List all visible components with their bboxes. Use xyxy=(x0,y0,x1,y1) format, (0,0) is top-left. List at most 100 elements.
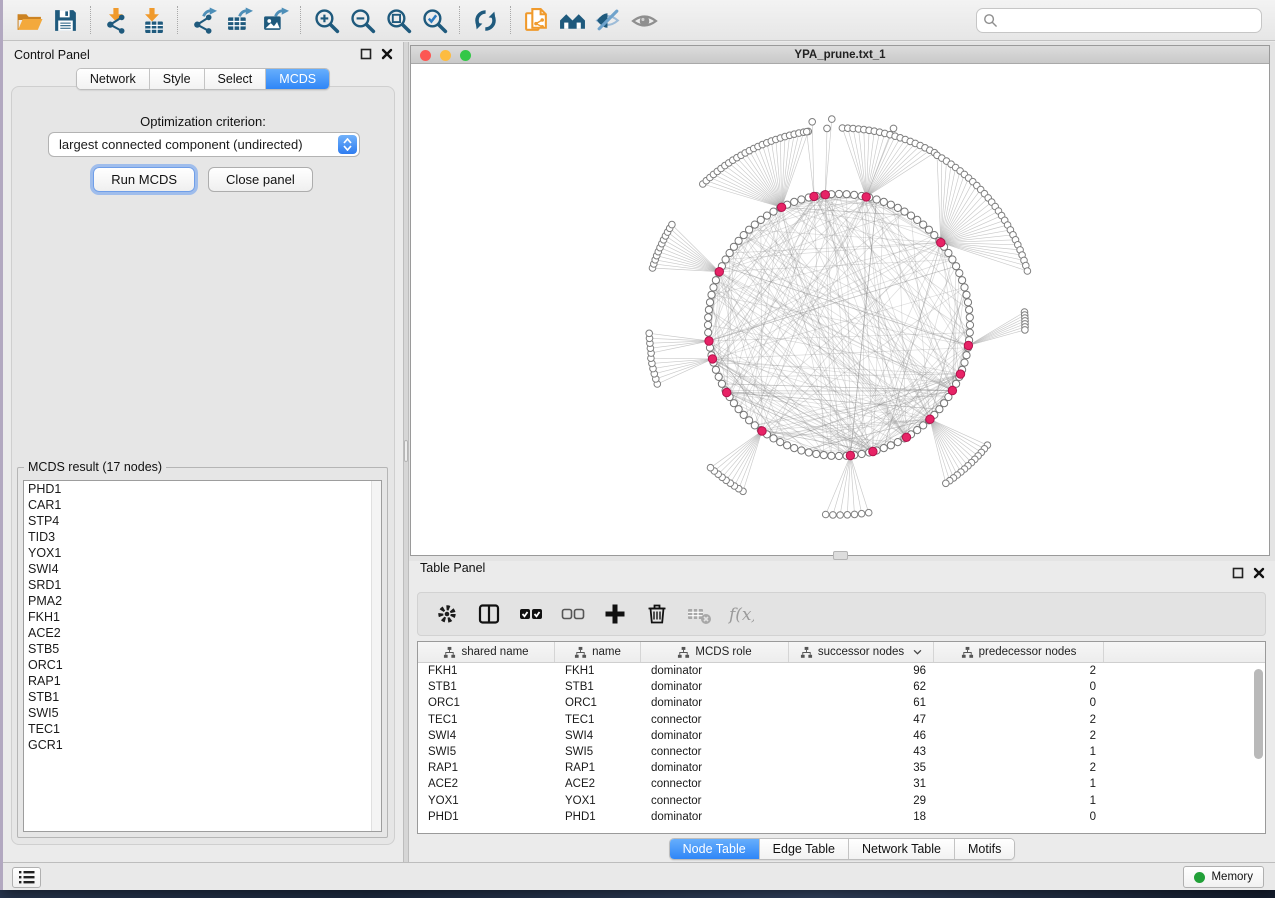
float-table-panel-icon[interactable] xyxy=(1232,567,1244,579)
tab-network[interactable]: Network xyxy=(77,69,150,89)
search-icon xyxy=(983,13,998,28)
select-all-button[interactable] xyxy=(512,596,550,632)
close-table-panel-icon[interactable] xyxy=(1253,567,1265,579)
export-table-button[interactable] xyxy=(221,3,257,37)
function-builder-button[interactable]: f(x) xyxy=(722,596,760,632)
zoom-out-icon xyxy=(349,7,376,34)
result-node-item[interactable]: ACE2 xyxy=(24,625,381,641)
cell-predecessor-nodes: 2 xyxy=(934,728,1104,744)
cell-name: YOX1 xyxy=(555,793,641,809)
open-button[interactable] xyxy=(11,3,47,37)
vertical-splitter-grip[interactable] xyxy=(404,440,408,462)
result-node-item[interactable]: STP4 xyxy=(24,513,381,529)
result-node-item[interactable]: TEC1 xyxy=(24,721,381,737)
tab-edge-table[interactable]: Edge Table xyxy=(760,839,849,859)
import-table-button[interactable] xyxy=(134,3,170,37)
cell-shared-name: SWI5 xyxy=(418,744,555,760)
result-node-item[interactable]: ORC1 xyxy=(24,657,381,673)
column-header-shared-name[interactable]: shared name xyxy=(418,642,555,662)
table-row[interactable]: RAP1RAP1dominator352 xyxy=(418,760,1265,776)
add-column-button[interactable] xyxy=(596,596,634,632)
tab-select[interactable]: Select xyxy=(205,69,267,89)
criterion-dropdown[interactable]: largest connected component (undirected) xyxy=(48,132,360,157)
zoom-out-button[interactable] xyxy=(344,3,380,37)
close-panel-icon[interactable] xyxy=(381,48,393,60)
zoom-in-button[interactable] xyxy=(308,3,344,37)
table-row[interactable]: STB1STB1dominator620 xyxy=(418,679,1265,695)
table-tabs-row: Node TableEdge TableNetwork TableMotifs xyxy=(409,838,1275,860)
result-node-item[interactable]: PMA2 xyxy=(24,593,381,609)
hide-selected-button[interactable] xyxy=(590,3,626,37)
result-node-item[interactable]: SRD1 xyxy=(24,577,381,593)
table-settings-icon xyxy=(434,601,460,627)
result-node-item[interactable]: STB5 xyxy=(24,641,381,657)
table-row[interactable]: TEC1TEC1connector472 xyxy=(418,712,1265,728)
table-row[interactable]: FKH1FKH1dominator962 xyxy=(418,663,1265,679)
column-header-name[interactable]: name xyxy=(555,642,641,662)
cell-MCDS-role: dominator xyxy=(641,695,789,711)
duplicate-network-button[interactable] xyxy=(518,3,554,37)
search-input[interactable] xyxy=(976,8,1262,33)
result-node-item[interactable]: SWI4 xyxy=(24,561,381,577)
tab-network-table[interactable]: Network Table xyxy=(849,839,955,859)
column-header-predecessor-nodes[interactable]: predecessor nodes xyxy=(934,642,1104,662)
show-all-button[interactable] xyxy=(626,3,662,37)
result-node-item[interactable]: FKH1 xyxy=(24,609,381,625)
result-node-item[interactable]: TID3 xyxy=(24,529,381,545)
zoom-fit-button[interactable] xyxy=(380,3,416,37)
export-network-button[interactable] xyxy=(185,3,221,37)
import-network-button[interactable] xyxy=(98,3,134,37)
tab-node-table[interactable]: Node Table xyxy=(670,839,760,859)
export-image-button[interactable] xyxy=(257,3,293,37)
delete-column-button[interactable] xyxy=(638,596,676,632)
run-mcds-button[interactable]: Run MCDS xyxy=(93,167,195,192)
toolbar-separator xyxy=(510,6,511,34)
refresh-button[interactable] xyxy=(467,3,503,37)
result-node-item[interactable]: CAR1 xyxy=(24,497,381,513)
table-row[interactable]: YOX1YOX1connector291 xyxy=(418,793,1265,809)
first-neighbors-button[interactable] xyxy=(554,3,590,37)
task-history-button[interactable] xyxy=(12,867,41,888)
horizontal-splitter-grip[interactable] xyxy=(833,551,848,560)
table-row[interactable]: PHD1PHD1dominator180 xyxy=(418,809,1265,825)
tab-mcds[interactable]: MCDS xyxy=(266,69,329,89)
cell-MCDS-role: connector xyxy=(641,793,789,809)
save-button[interactable] xyxy=(47,3,83,37)
table-settings-button[interactable] xyxy=(428,596,466,632)
memory-button[interactable]: Memory xyxy=(1183,866,1264,888)
minimize-window-button[interactable] xyxy=(440,50,451,61)
network-graph[interactable] xyxy=(411,64,1269,555)
close-window-button[interactable] xyxy=(420,50,431,61)
table-row[interactable]: ACE2ACE2connector311 xyxy=(418,776,1265,792)
clear-table-button[interactable] xyxy=(680,596,718,632)
column-header-successor-nodes[interactable]: successor nodes xyxy=(789,642,934,662)
table-scrollbar-thumb[interactable] xyxy=(1254,669,1263,759)
function-builder-icon: f(x) xyxy=(728,601,754,627)
deselect-all-button[interactable] xyxy=(554,596,592,632)
column-header-MCDS-role[interactable]: MCDS role xyxy=(641,642,789,662)
import-table-icon xyxy=(139,7,166,34)
result-node-item[interactable]: SWI5 xyxy=(24,705,381,721)
close-panel-button[interactable]: Close panel xyxy=(208,167,313,192)
zoom-selected-button[interactable] xyxy=(416,3,452,37)
tab-motifs[interactable]: Motifs xyxy=(955,839,1014,859)
result-list-scrollbar[interactable] xyxy=(371,481,381,831)
deselect-all-icon xyxy=(560,601,586,627)
table-row[interactable]: SWI5SWI5connector431 xyxy=(418,744,1265,760)
table-row[interactable]: SWI4SWI4dominator462 xyxy=(418,728,1265,744)
maximize-window-button[interactable] xyxy=(460,50,471,61)
result-node-item[interactable]: RAP1 xyxy=(24,673,381,689)
result-node-item[interactable]: GCR1 xyxy=(24,737,381,753)
result-node-item[interactable]: STB1 xyxy=(24,689,381,705)
result-node-item[interactable]: PHD1 xyxy=(24,481,381,497)
main-toolbar xyxy=(3,0,1275,41)
split-columns-button[interactable] xyxy=(470,596,508,632)
table-toolbar: f(x) xyxy=(417,592,1266,636)
open-icon xyxy=(16,7,43,34)
control-panel-title: Control Panel xyxy=(3,48,90,62)
table-row[interactable]: ORC1ORC1dominator610 xyxy=(418,695,1265,711)
result-node-item[interactable]: YOX1 xyxy=(24,545,381,561)
criterion-dropdown-value: largest connected component (undirected) xyxy=(59,137,303,152)
float-panel-icon[interactable] xyxy=(360,48,372,60)
tab-style[interactable]: Style xyxy=(150,69,205,89)
